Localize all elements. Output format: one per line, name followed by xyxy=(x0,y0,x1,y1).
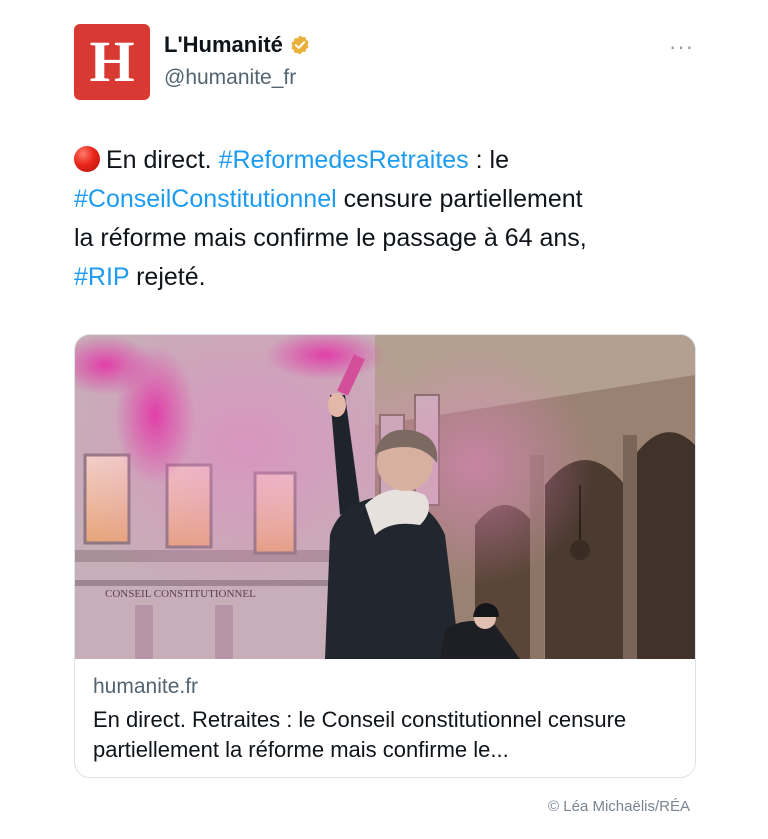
card-meta: humanite.fr En direct. Retraites : le Co… xyxy=(93,675,681,765)
tweet-text-part: En direct. xyxy=(106,146,212,174)
avatar[interactable]: H xyxy=(74,24,150,100)
tweet-line-4: #RIP rejeté. xyxy=(74,258,694,297)
tweet-text: En direct. #ReformedesRetraites : le #Co… xyxy=(74,141,694,297)
hashtag-link[interactable]: #ConseilConstitutionnel xyxy=(74,185,337,213)
tweet-text-part: : le xyxy=(468,146,509,174)
link-preview-card[interactable]: CONSEIL CONSTITUTIONNEL humanite.fr En d… xyxy=(74,334,696,778)
tweet-line-1: En direct. #ReformedesRetraites : le xyxy=(74,141,694,180)
red-circle-icon xyxy=(74,146,100,172)
tweet-line-2: #ConseilConstitutionnel censure partiell… xyxy=(74,180,694,219)
card-photo[interactable]: CONSEIL CONSTITUTIONNEL xyxy=(75,335,695,659)
tweet-header: H L'Humanité @humanite_fr ··· xyxy=(74,24,694,102)
tweet-line-3: la réforme mais confirme le passage à 64… xyxy=(74,224,587,252)
avatar-letter: H xyxy=(89,29,135,94)
tweet-text-part: rejeté. xyxy=(129,263,206,291)
hashtag-link[interactable]: #ReformedesRetraites xyxy=(219,146,469,174)
card-domain[interactable]: humanite.fr xyxy=(93,675,681,699)
name-row: L'Humanité xyxy=(164,32,311,58)
tweet-text-part: censure partiellement xyxy=(336,185,583,213)
more-options-icon[interactable]: ··· xyxy=(669,34,694,60)
handle[interactable]: @humanite_fr xyxy=(164,66,296,90)
hashtag-link[interactable]: #RIP xyxy=(74,263,129,291)
verified-badge-icon xyxy=(291,35,309,55)
display-name[interactable]: L'Humanité xyxy=(164,32,283,58)
photo-credit: © Léa Michaëlis/RÉA xyxy=(548,798,690,815)
protest-photo-illustration: CONSEIL CONSTITUTIONNEL xyxy=(75,335,695,659)
card-title[interactable]: En direct. Retraites : le Conseil consti… xyxy=(93,705,681,765)
